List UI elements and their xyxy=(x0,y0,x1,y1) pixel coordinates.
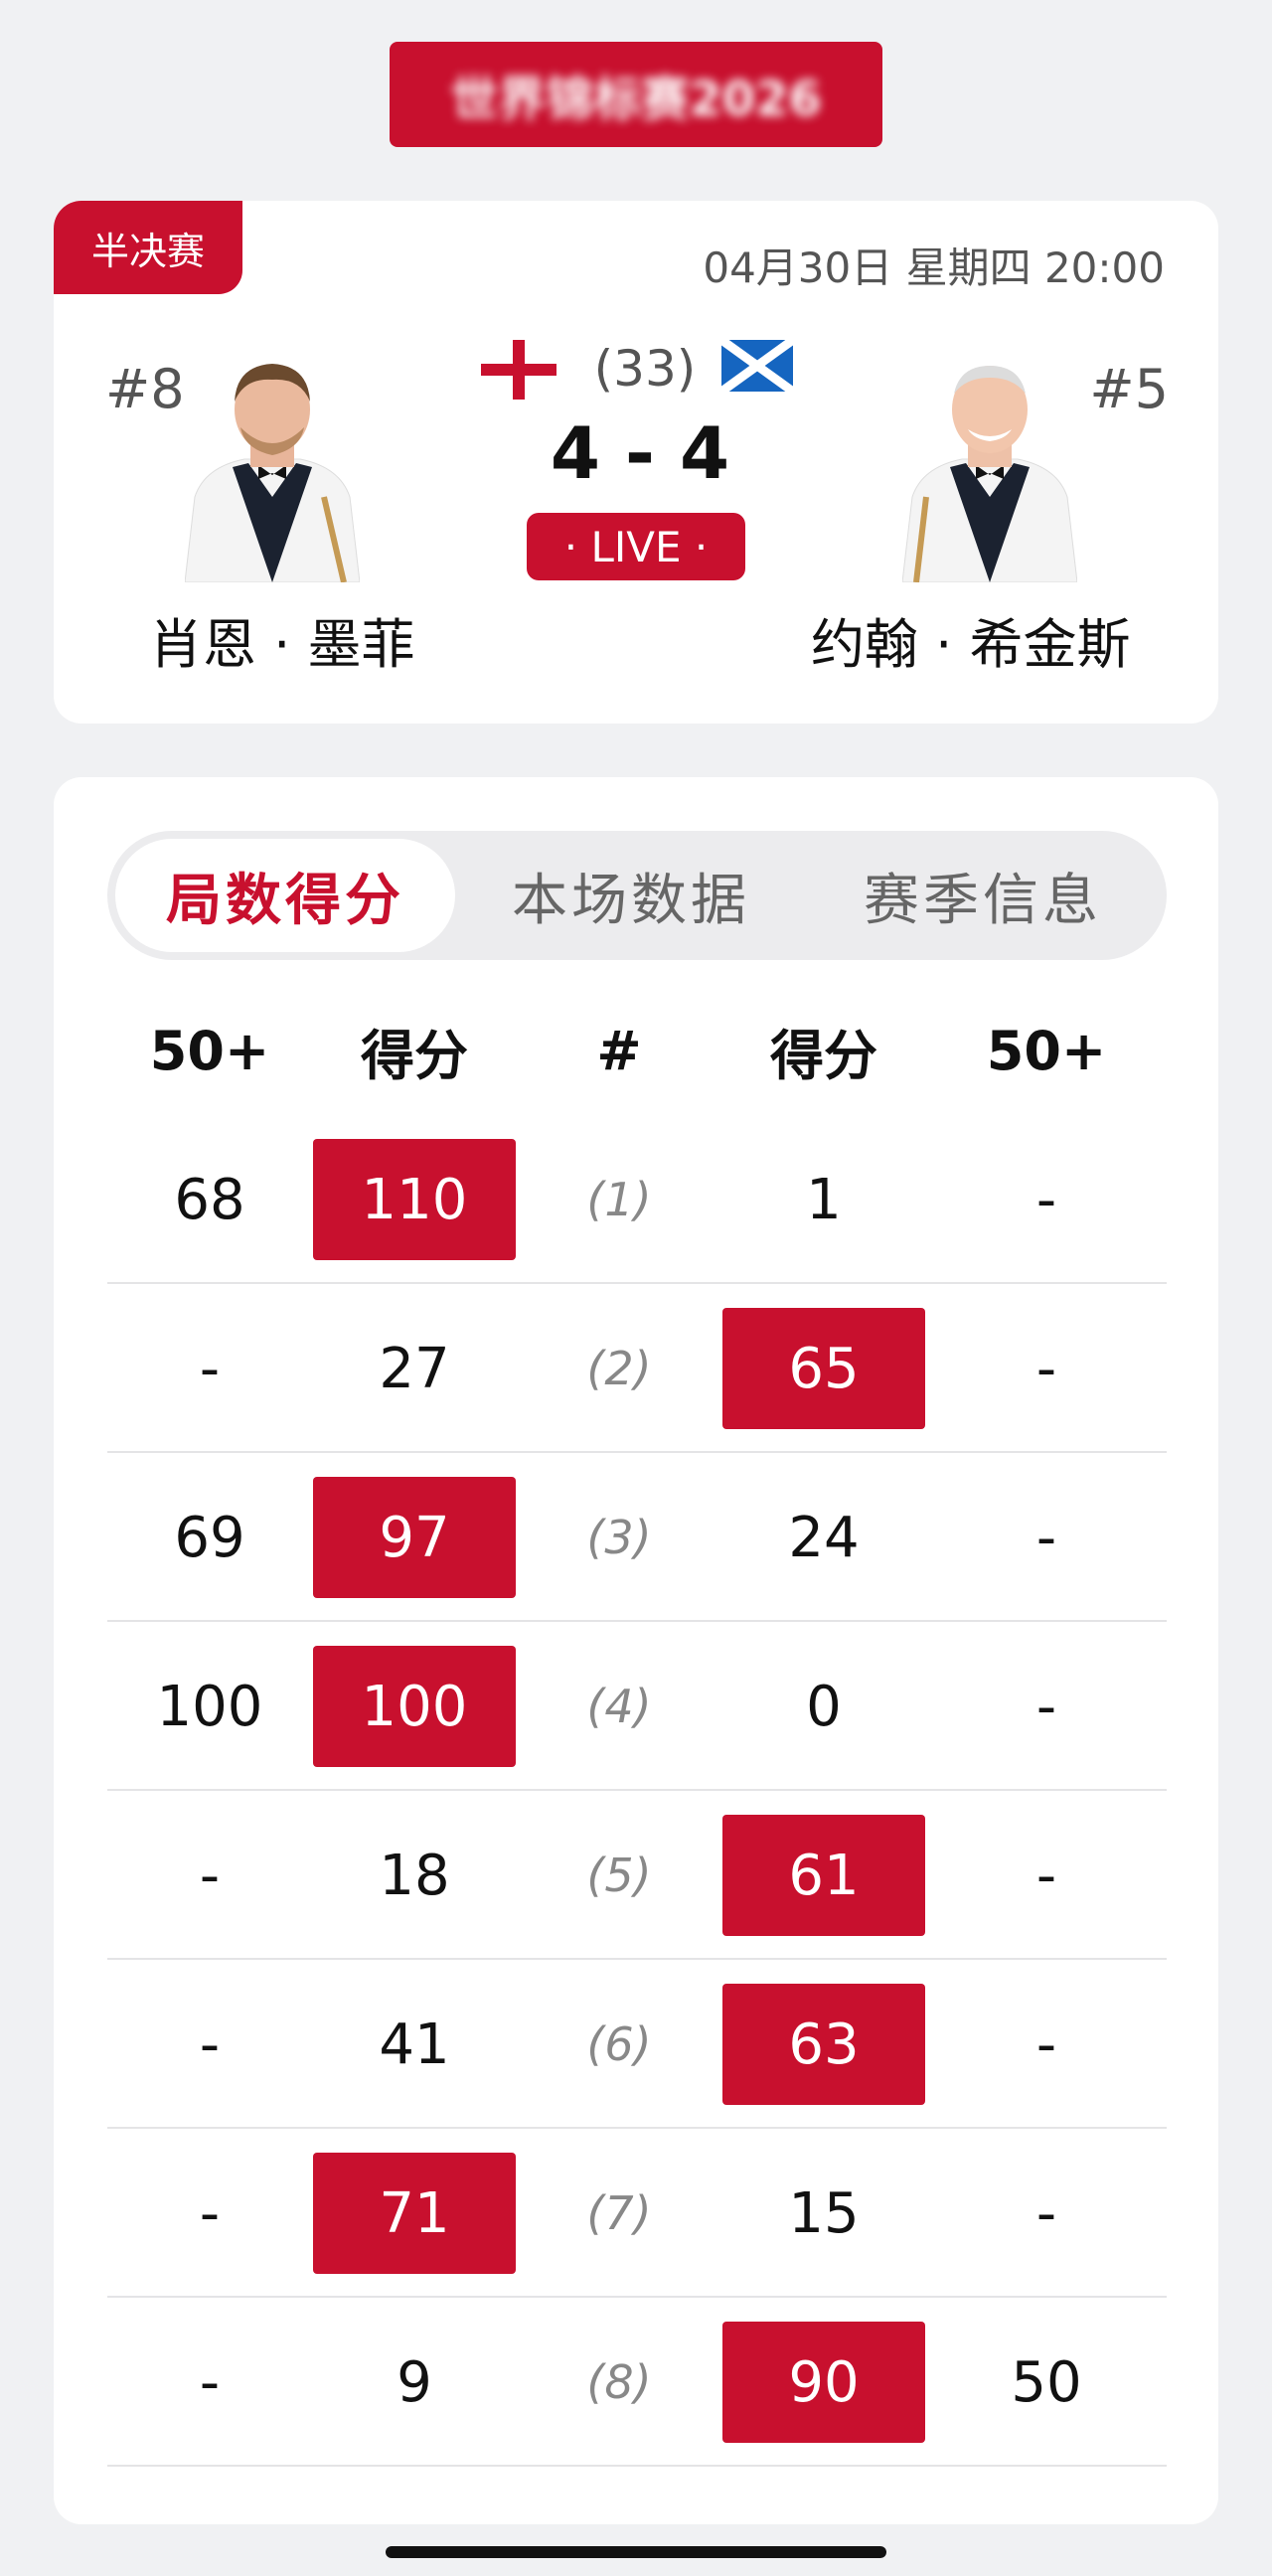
winning-score-badge: 90 xyxy=(722,2322,925,2443)
frame-number-cell: (6) xyxy=(586,2017,652,2071)
table-row: - 27 (2) 65 - xyxy=(107,1284,1167,1453)
left-score-cell: 9 xyxy=(397,2349,432,2415)
right-score-cell: 90 xyxy=(721,2298,926,2467)
table-row: 68 110 (1) 1 - xyxy=(107,1115,1167,1284)
right-break-cell: - xyxy=(1035,2012,1057,2077)
right-score-cell: 15 xyxy=(788,2180,860,2246)
stage-badge: 半决赛 xyxy=(54,201,242,294)
live-badge: · LIVE · xyxy=(527,513,745,580)
frame-number-cell: (8) xyxy=(586,2355,652,2409)
right-score-cell: 63 xyxy=(721,1960,926,2129)
header-right-breaks: 50+ xyxy=(986,1019,1107,1082)
left-player-name[interactable]: 肖恩 · 墨菲 xyxy=(149,600,415,679)
left-break-cell: - xyxy=(199,2349,221,2415)
frame-number-cell: (2) xyxy=(586,1342,652,1395)
header-frame-number: # xyxy=(596,1019,642,1082)
left-player-avatar[interactable] xyxy=(185,348,360,582)
tournament-title: 世界锦标赛2026 xyxy=(450,72,822,127)
left-score-cell: 110 xyxy=(312,1115,517,1284)
right-break-cell: 50 xyxy=(1011,2349,1082,2415)
england-flag-icon xyxy=(481,340,556,400)
frame-number-cell: (4) xyxy=(586,1680,652,1733)
right-score-cell: 1 xyxy=(806,1167,842,1232)
winning-score-badge: 110 xyxy=(313,1139,516,1260)
match-datetime: 04月30日 星期四 20:00 xyxy=(703,243,1165,292)
right-break-cell: - xyxy=(1035,1505,1057,1570)
left-score-cell: 18 xyxy=(379,1843,450,1908)
winning-score-badge: 97 xyxy=(313,1477,516,1598)
tab-match-stats[interactable]: 本场数据 xyxy=(455,839,807,952)
right-score-cell: 61 xyxy=(721,1791,926,1960)
header-left-score: 得分 xyxy=(361,1024,468,1087)
tournament-banner: 世界锦标赛2026 xyxy=(390,42,882,147)
left-score-cell: 27 xyxy=(379,1336,450,1401)
tab-bar: 局数得分 本场数据 赛季信息 xyxy=(107,831,1167,960)
table-header: 50+ 得分 # 得分 50+ xyxy=(107,986,1167,1115)
winning-score-badge: 100 xyxy=(313,1646,516,1767)
right-score-cell: 0 xyxy=(806,1674,842,1739)
frame-score-table: 68 110 (1) 1 - - 27 (2) 65 - 69 97 (3) 24 - 100 100 (4) 0 -… xyxy=(107,1115,1167,2467)
left-break-cell: - xyxy=(199,1843,221,1908)
left-player-seed: #8 xyxy=(105,358,185,420)
right-score-cell: 24 xyxy=(788,1505,860,1570)
table-row: 100 100 (4) 0 - xyxy=(107,1622,1167,1791)
table-row: - 71 (7) 15 - xyxy=(107,2129,1167,2298)
home-indicator[interactable] xyxy=(386,2546,886,2558)
right-break-cell: - xyxy=(1035,2180,1057,2246)
left-break-cell: 69 xyxy=(174,1505,245,1570)
frame-number-cell: (3) xyxy=(586,1511,652,1564)
left-break-cell: 68 xyxy=(174,1167,245,1232)
winning-score-badge: 71 xyxy=(313,2153,516,2274)
frame-number-cell: (1) xyxy=(586,1173,652,1226)
tab-frame-scores[interactable]: 局数得分 xyxy=(115,839,455,952)
table-row: - 9 (8) 90 50 xyxy=(107,2298,1167,2467)
winning-score-badge: 63 xyxy=(722,1984,925,2105)
left-break-cell: - xyxy=(199,2012,221,2077)
right-score-cell: 65 xyxy=(721,1284,926,1453)
scotland-flag-icon xyxy=(718,336,796,396)
right-break-cell: - xyxy=(1035,1336,1057,1401)
left-break-cell: 100 xyxy=(156,1674,263,1739)
left-break-cell: - xyxy=(199,2180,221,2246)
winning-score-badge: 65 xyxy=(722,1308,925,1429)
frame-number-cell: (5) xyxy=(586,1849,652,1902)
frame-number-cell: (7) xyxy=(586,2186,652,2240)
header-right-score: 得分 xyxy=(770,1024,877,1087)
left-score-cell: 41 xyxy=(379,2012,450,2077)
right-player-seed: #5 xyxy=(1089,358,1169,420)
right-break-cell: - xyxy=(1035,1843,1057,1908)
best-of-frames: (33) xyxy=(593,340,697,398)
stats-card: 局数得分 本场数据 赛季信息 50+ 得分 # 得分 50+ 68 110 (1) 1… xyxy=(54,777,1218,2524)
match-card: 半决赛 04月30日 星期四 20:00 #8 #5 肖恩 · 墨菲 约翰 · … xyxy=(54,201,1218,724)
left-break-cell: - xyxy=(199,1336,221,1401)
table-row: - 41 (6) 63 - xyxy=(107,1960,1167,2129)
table-row: - 18 (5) 61 - xyxy=(107,1791,1167,1960)
left-score-cell: 97 xyxy=(312,1453,517,1622)
right-break-cell: - xyxy=(1035,1674,1057,1739)
left-score-cell: 100 xyxy=(312,1622,517,1791)
right-break-cell: - xyxy=(1035,1167,1057,1232)
table-row: 69 97 (3) 24 - xyxy=(107,1453,1167,1622)
right-player-name[interactable]: 约翰 · 希金斯 xyxy=(811,600,1131,679)
match-score: 4 - 4 xyxy=(550,411,730,495)
right-player-avatar[interactable] xyxy=(902,348,1077,582)
tab-season-info[interactable]: 赛季信息 xyxy=(807,839,1159,952)
winning-score-badge: 61 xyxy=(722,1815,925,1936)
header-left-breaks: 50+ xyxy=(149,1019,270,1082)
left-score-cell: 71 xyxy=(312,2129,517,2298)
